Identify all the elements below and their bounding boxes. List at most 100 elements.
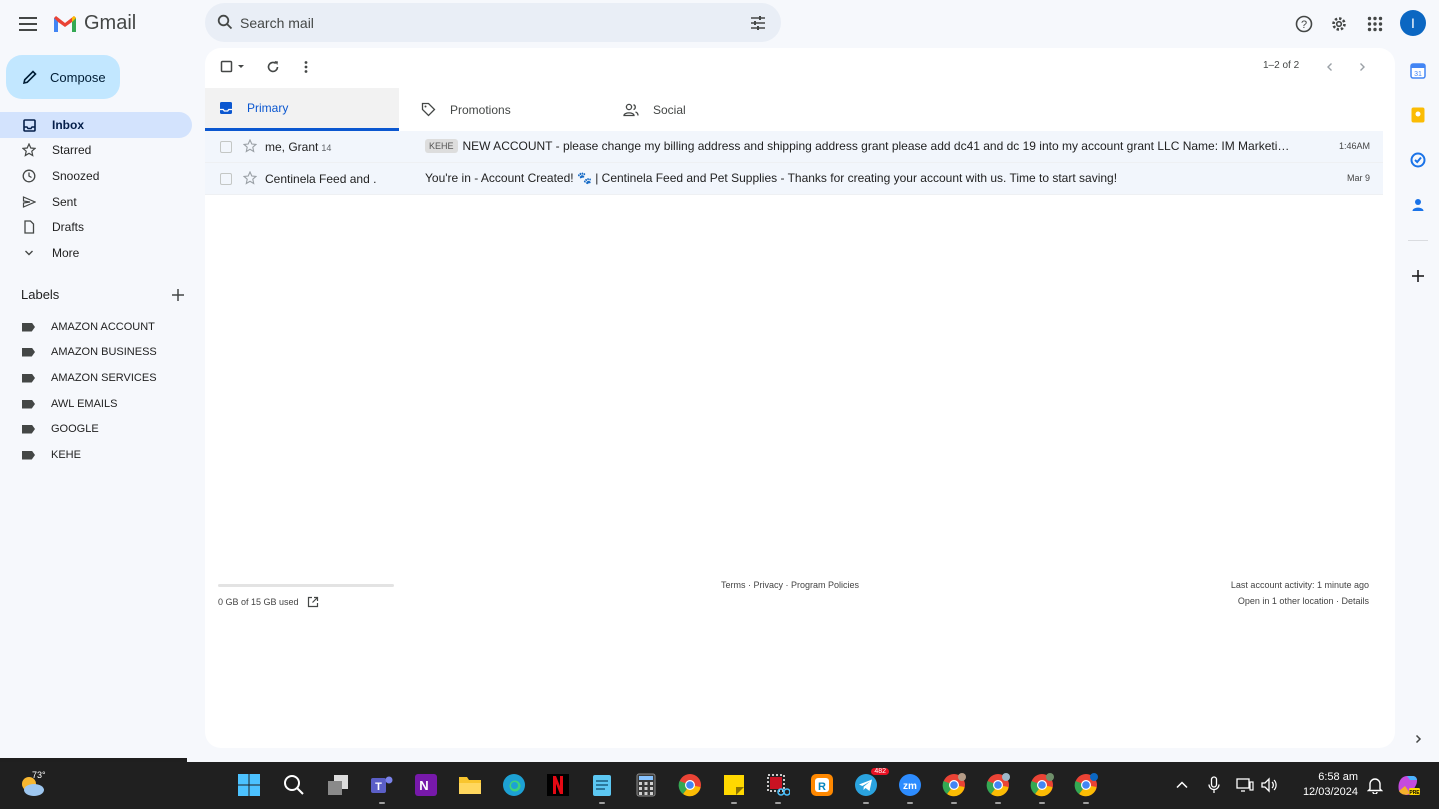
search-options-icon[interactable] xyxy=(750,15,766,31)
hide-side-panel-chevron-icon[interactable] xyxy=(1408,729,1428,749)
other-location-text: Open in 1 other location xyxy=(1237,596,1334,606)
system-clock[interactable]: 6:58 am 12/03/2024 xyxy=(1292,770,1358,800)
tab-label: Social xyxy=(653,102,686,117)
label-icon xyxy=(22,373,35,383)
newer-chevron-left-icon[interactable] xyxy=(1322,59,1338,75)
tag-icon xyxy=(421,102,436,117)
notifications-bell-icon[interactable] xyxy=(1362,772,1388,798)
chevron-up-icon[interactable] xyxy=(1169,772,1195,798)
notepad-icon[interactable] xyxy=(589,772,615,804)
search-icon[interactable] xyxy=(217,14,233,30)
apps-grid-icon[interactable] xyxy=(1361,10,1389,38)
row-checkbox[interactable] xyxy=(220,173,232,185)
chrome-profile-icon[interactable] xyxy=(1029,772,1055,804)
nav-snoozed[interactable]: Snoozed xyxy=(0,163,192,189)
start-windows-icon[interactable] xyxy=(236,772,262,798)
nav-label: Snoozed xyxy=(52,169,100,183)
label-item[interactable]: AWL EMAILS xyxy=(0,392,192,416)
tab-promotions[interactable]: Promotions xyxy=(407,88,601,131)
nav-starred[interactable]: Starred xyxy=(0,137,192,163)
details-link[interactable]: Details xyxy=(1341,596,1369,606)
svg-text:zm: zm xyxy=(903,781,917,792)
open-external-icon[interactable] xyxy=(307,596,319,608)
svg-text:31: 31 xyxy=(1414,71,1422,78)
gmail-m-icon xyxy=(54,15,76,32)
label-item[interactable]: AMAZON BUSINESS xyxy=(0,340,192,364)
edge-icon[interactable] xyxy=(501,772,527,798)
email-list: me, Grant 14 KEHE NEW ACCOUNT - please ch… xyxy=(205,131,1383,195)
chrome-profile-icon[interactable] xyxy=(941,772,967,804)
nav-label: Starred xyxy=(52,143,92,157)
zoom-icon[interactable]: zm xyxy=(897,772,923,804)
tab-primary[interactable]: Primary xyxy=(205,88,399,131)
nav-drafts[interactable]: Drafts xyxy=(0,214,192,240)
star-icon xyxy=(22,143,36,157)
ringcentral-icon[interactable]: R xyxy=(809,772,835,798)
tab-social[interactable]: Social xyxy=(609,88,803,131)
storage-info: 0 GB of 15 GB used xyxy=(218,596,319,608)
contacts-icon[interactable] xyxy=(1408,195,1428,215)
people-icon xyxy=(623,103,639,116)
nav-sent[interactable]: Sent xyxy=(0,189,192,215)
more-options-icon[interactable] xyxy=(300,59,312,75)
add-addon-icon[interactable] xyxy=(1408,266,1428,286)
tab-label: Promotions xyxy=(450,102,511,117)
nav-label: Inbox xyxy=(52,118,84,132)
label-chip[interactable]: KEHE xyxy=(425,139,458,153)
star-icon[interactable] xyxy=(243,171,257,185)
last-activity-text: Last account activity: 1 minute ago xyxy=(1230,580,1369,590)
task-view-icon[interactable] xyxy=(325,772,351,798)
star-icon[interactable] xyxy=(243,139,257,153)
clock-time: 6:58 am xyxy=(1318,771,1358,783)
account-avatar[interactable]: I xyxy=(1400,10,1426,36)
compose-button[interactable]: Compose xyxy=(6,55,120,99)
svg-text:T: T xyxy=(375,781,382,793)
label-item[interactable]: AMAZON ACCOUNT xyxy=(0,315,192,339)
taskbar-search-icon[interactable] xyxy=(281,772,307,798)
calculator-icon[interactable] xyxy=(633,772,659,798)
tasks-icon[interactable] xyxy=(1408,150,1428,170)
search-bar[interactable] xyxy=(205,3,781,42)
copilot-icon[interactable]: PRE xyxy=(1395,772,1421,798)
search-input[interactable] xyxy=(240,3,720,42)
chrome-icon[interactable] xyxy=(677,772,703,798)
row-checkbox[interactable] xyxy=(220,141,232,153)
label-item[interactable]: AMAZON SERVICES xyxy=(0,366,192,390)
refresh-icon[interactable] xyxy=(265,59,281,75)
svg-text:R: R xyxy=(818,781,826,793)
add-label-icon[interactable] xyxy=(170,287,186,303)
keep-icon[interactable] xyxy=(1408,105,1428,125)
program-policies-link[interactable]: Program Policies xyxy=(791,580,859,590)
tab-label: Primary xyxy=(247,101,289,115)
privacy-link[interactable]: Privacy xyxy=(754,580,784,590)
terms-link[interactable]: Terms xyxy=(721,580,746,590)
volume-icon[interactable] xyxy=(1256,772,1282,798)
main-menu-icon[interactable] xyxy=(16,12,40,36)
sticky-notes-icon[interactable] xyxy=(721,772,747,804)
older-chevron-right-icon[interactable] xyxy=(1354,59,1370,75)
network-icon[interactable] xyxy=(1232,772,1258,798)
onenote-icon[interactable]: N xyxy=(413,772,439,798)
label-item[interactable]: GOOGLE xyxy=(0,417,192,441)
teams-icon[interactable]: T xyxy=(369,772,395,804)
nav-inbox[interactable]: Inbox xyxy=(0,112,192,138)
label-name: AWL EMAILS xyxy=(51,398,118,410)
help-icon[interactable]: ? xyxy=(1290,10,1318,38)
label-item[interactable]: KEHE xyxy=(0,443,192,467)
email-date: 1:46AM xyxy=(1338,141,1370,151)
chrome-profile-icon[interactable] xyxy=(1073,772,1099,804)
settings-gear-icon[interactable] xyxy=(1325,10,1353,38)
svg-text:N: N xyxy=(419,778,428,793)
snipping-tool-icon[interactable] xyxy=(765,772,791,804)
select-all-checkbox[interactable] xyxy=(219,59,247,75)
file-explorer-icon[interactable] xyxy=(457,772,483,798)
gmail-logo[interactable]: Gmail xyxy=(52,12,136,35)
netflix-icon[interactable] xyxy=(545,772,571,798)
chrome-profile-icon[interactable] xyxy=(985,772,1011,804)
microphone-icon[interactable] xyxy=(1201,772,1227,798)
telegram-icon[interactable]: 482 xyxy=(853,768,889,804)
email-row[interactable]: me, Grant 14 KEHE NEW ACCOUNT - please ch… xyxy=(205,131,1383,163)
calendar-icon[interactable]: 31 xyxy=(1408,61,1428,81)
email-row[interactable]: Centinela Feed and . You're in - Account… xyxy=(205,163,1383,195)
nav-more[interactable]: More xyxy=(0,240,192,266)
